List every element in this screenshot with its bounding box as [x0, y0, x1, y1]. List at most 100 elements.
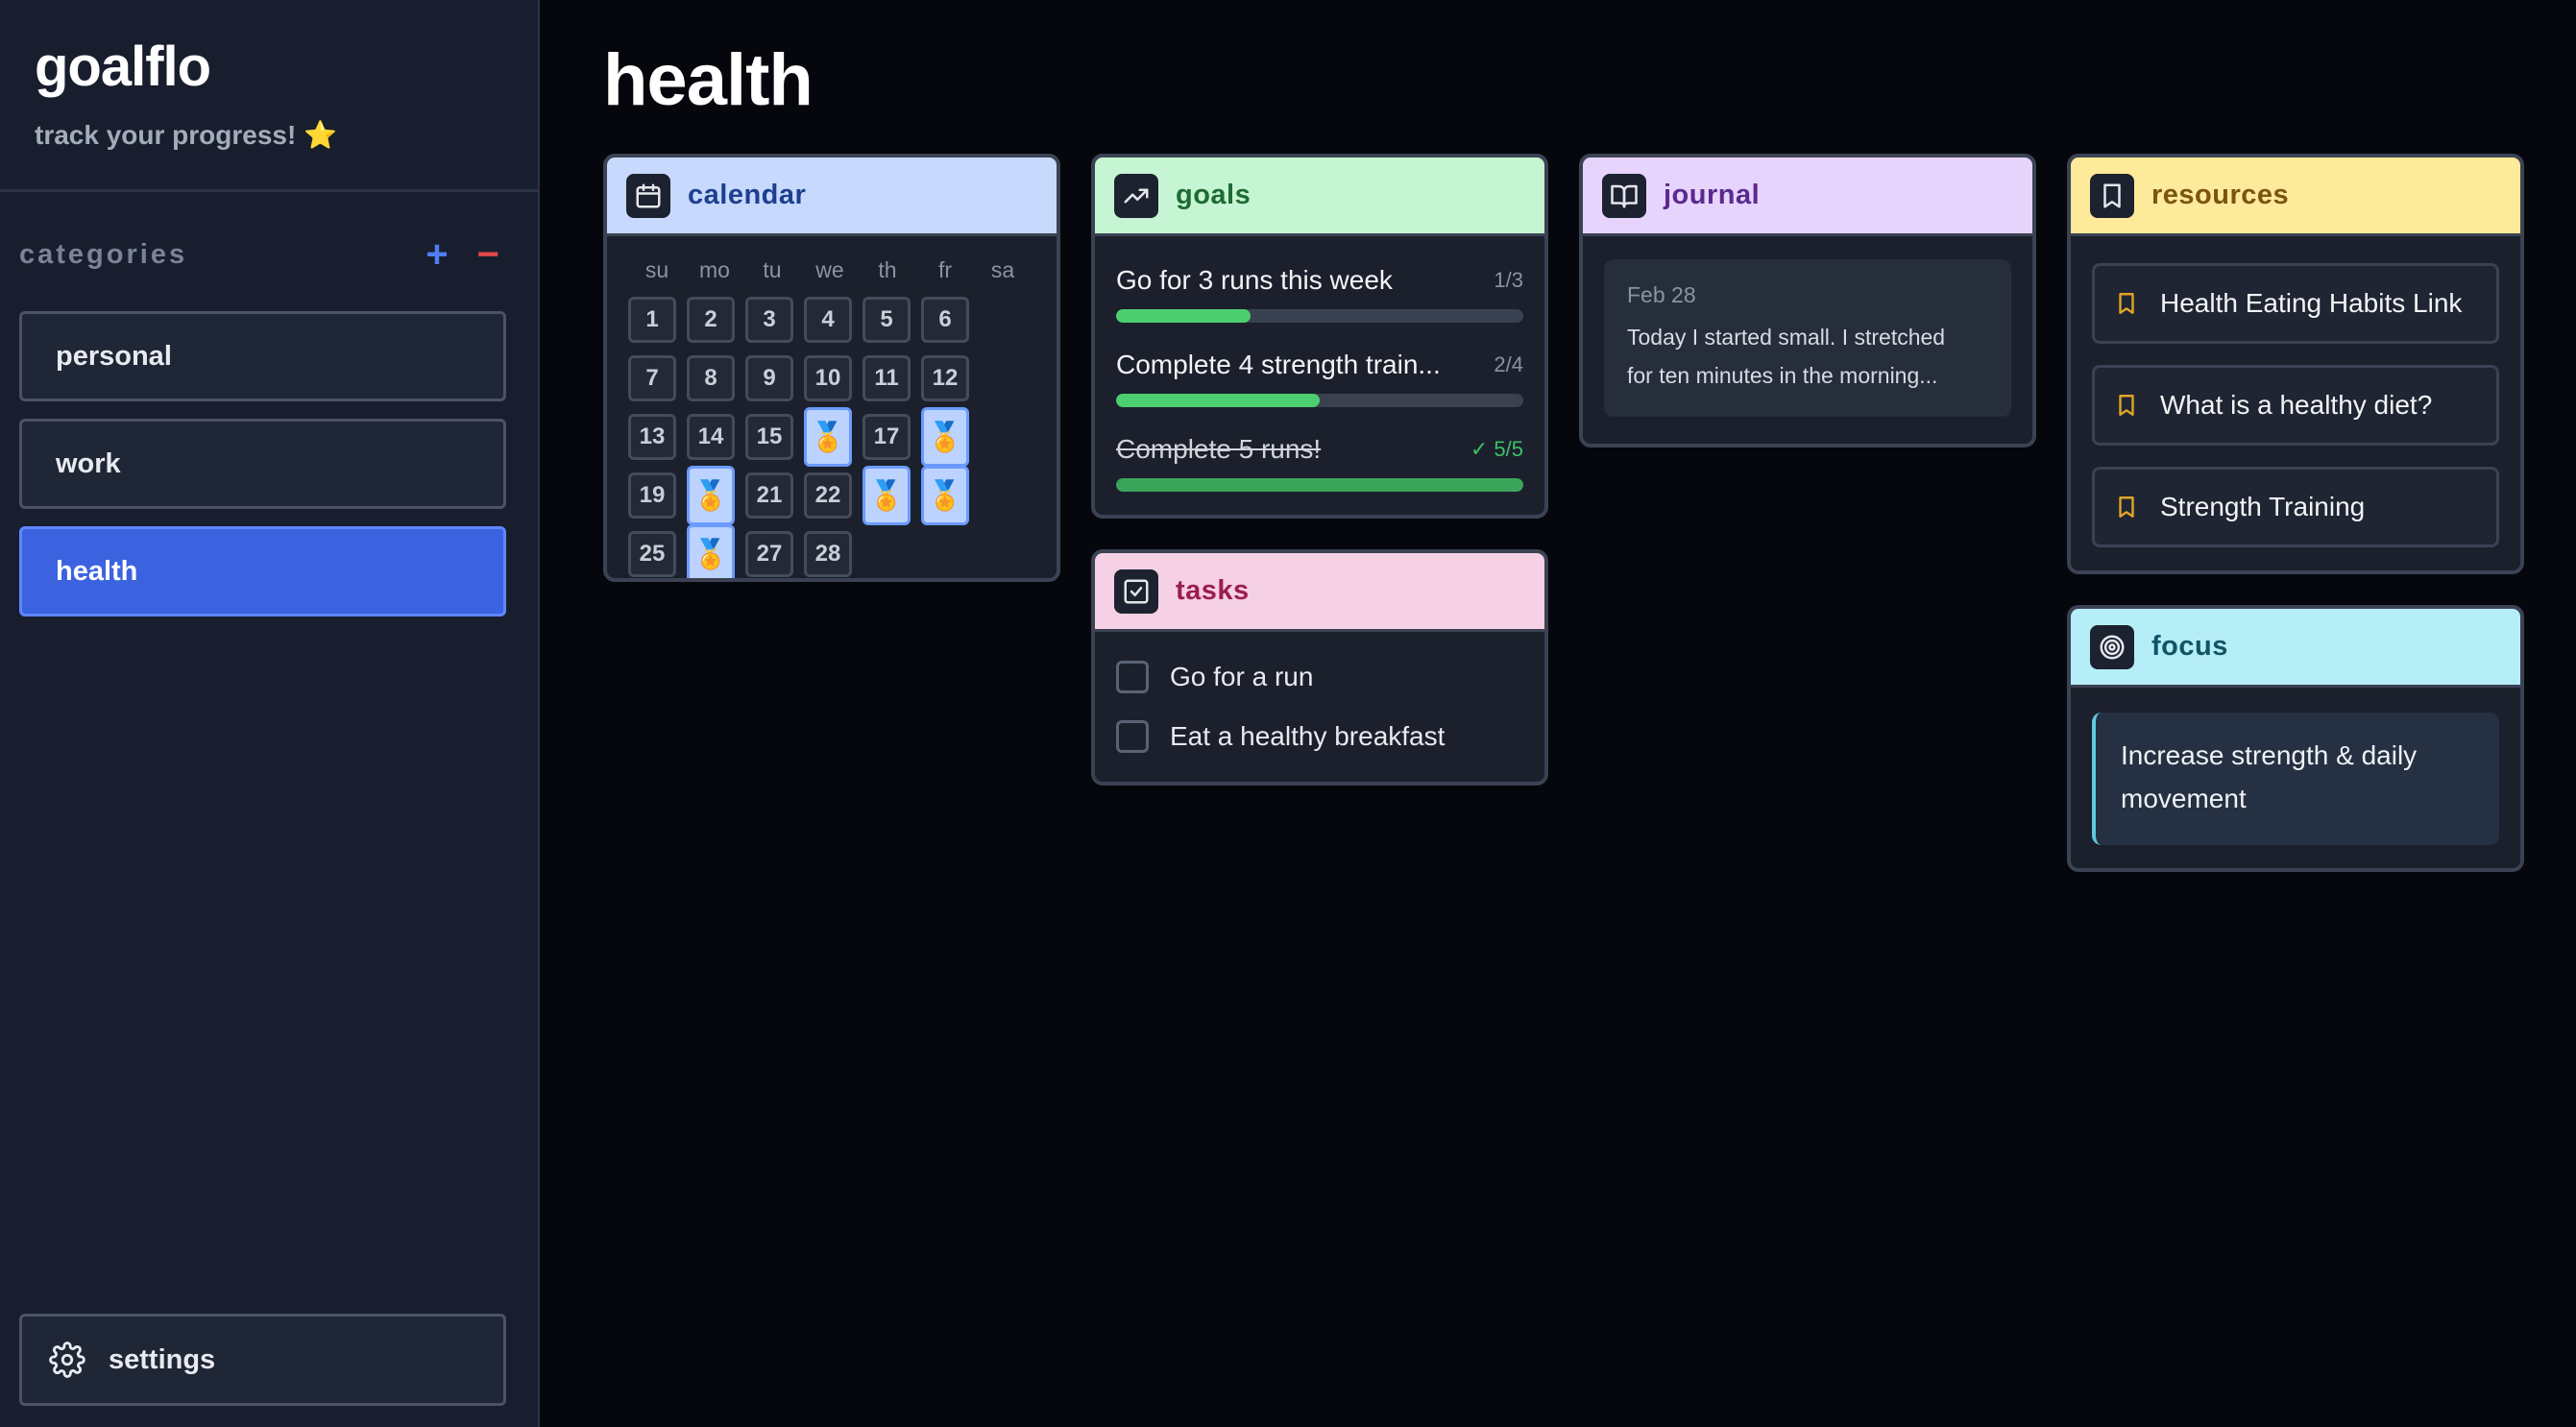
- focus-line: Increase strength & daily: [2121, 740, 2418, 770]
- add-category-button[interactable]: +: [425, 235, 448, 274]
- resource-label: Health Eating Habits Link: [2160, 288, 2463, 318]
- calendar-day[interactable]: 6: [921, 297, 969, 343]
- app-subtitle-text: track your progress!: [35, 120, 297, 150]
- goal-item[interactable]: Complete 5 runs! ✓ 5/5: [1116, 434, 1523, 492]
- calendar-header: calendar: [607, 157, 1057, 236]
- medal-icon[interactable]: 🏅: [921, 466, 969, 525]
- categories-header: categories + −: [19, 229, 499, 280]
- weekday-label: su: [644, 257, 669, 282]
- goal-name: Go for 3 runs this week: [1116, 265, 1393, 295]
- calendar-day[interactable]: 17: [863, 414, 911, 460]
- calendar-day[interactable]: 9: [745, 355, 793, 401]
- bookmark-icon: [2119, 293, 2134, 314]
- medal-icon[interactable]: 🏅: [687, 466, 735, 525]
- bookmark-icon: [2119, 395, 2134, 416]
- calendar-day[interactable]: 15: [745, 414, 793, 460]
- calendar-day[interactable]: 5: [863, 297, 911, 343]
- sidebar-item-work[interactable]: work: [19, 419, 506, 509]
- medal-icon[interactable]: 🏅: [921, 407, 969, 467]
- task-checkbox[interactable]: [1116, 720, 1149, 753]
- resources-header: resources: [2071, 157, 2520, 236]
- calendar-day[interactable]: 27: [745, 531, 793, 577]
- task-label: Go for a run: [1170, 662, 1314, 691]
- goal-progress-fill: [1116, 309, 1251, 323]
- task-item[interactable]: Eat a healthy breakfast: [1116, 720, 1445, 753]
- resource-link[interactable]: What is a healthy diet?: [2092, 365, 2499, 446]
- sidebar-item-label: personal: [56, 340, 172, 372]
- goal-progress-fill: [1116, 478, 1523, 492]
- brand: goalflo track your progress! ⭐: [0, 0, 538, 192]
- weekday-label: th: [878, 257, 897, 282]
- medal-icon[interactable]: 🏅: [863, 466, 911, 525]
- calendar-day[interactable]: 22: [804, 472, 852, 519]
- weekday-label: sa: [990, 257, 1015, 282]
- weekday-label: we: [815, 257, 844, 282]
- bookmark-icon: [2119, 496, 2134, 518]
- medal-icon[interactable]: 🏅: [804, 407, 852, 467]
- calendar-day[interactable]: 4: [804, 297, 852, 343]
- journal-entry-line: for ten minutes in the morning...: [1627, 363, 1938, 388]
- weekday-label: fr: [937, 257, 953, 282]
- calendar-grid: su mo tu we th fr sa 1 2 3 4 5 6 7 8 9 10 11 12 13 14 15 🏅 17 🏅…: [628, 257, 1032, 578]
- goal-progress-bar: [1116, 478, 1523, 492]
- calendar-title: calendar: [688, 180, 807, 210]
- calendar-day[interactable]: 12: [921, 355, 969, 401]
- task-item[interactable]: Go for a run: [1116, 661, 1313, 693]
- resource-label: Strength Training: [2160, 492, 2366, 521]
- goals-title: goals: [1176, 180, 1252, 210]
- sidebar: goalflo track your progress! ⭐ categorie…: [0, 0, 540, 1427]
- journal-entry-date: Feb 28: [1627, 282, 1696, 307]
- goal-count: 2/4: [1494, 352, 1523, 376]
- resource-link[interactable]: Strength Training: [2092, 467, 2499, 547]
- calendar-day[interactable]: 3: [745, 297, 793, 343]
- task-label: Eat a healthy breakfast: [1170, 721, 1446, 751]
- weekday-label: tu: [763, 257, 782, 282]
- goal-progress-bar: [1116, 394, 1523, 407]
- resource-label: What is a healthy diet?: [2160, 390, 2433, 420]
- weekday-label: mo: [699, 257, 730, 282]
- tasks-card: tasks Go for a run Eat a healthy breakfa…: [1091, 549, 1548, 786]
- calendar-day[interactable]: 14: [687, 414, 735, 460]
- settings-button[interactable]: settings: [19, 1314, 506, 1406]
- trending-up-icon: [1114, 173, 1158, 218]
- calendar-day[interactable]: 10: [804, 355, 852, 401]
- journal-entry[interactable]: Feb 28 Today I started small. I stretche…: [1604, 259, 2011, 417]
- goals-header: goals: [1095, 157, 1544, 236]
- journal-title: journal: [1664, 180, 1761, 210]
- book-open-icon: [1602, 173, 1646, 218]
- calendar-day[interactable]: 1: [628, 297, 676, 343]
- calendar-day[interactable]: 13: [628, 414, 676, 460]
- calendar-day[interactable]: 8: [687, 355, 735, 401]
- bookmark-icon: [2090, 173, 2134, 218]
- goal-item[interactable]: Go for 3 runs this week 1/3: [1116, 265, 1523, 323]
- checkbox-icon: [1114, 568, 1158, 614]
- journal-card: journal Feb 28 Today I started small. I …: [1579, 154, 2036, 447]
- goals-card: goals Go for 3 runs this week 1/3 Comple…: [1091, 154, 1548, 519]
- sidebar-item-health[interactable]: health: [19, 526, 506, 617]
- goal-count: 1/3: [1494, 268, 1523, 292]
- journal-header: journal: [1583, 157, 2032, 236]
- journal-entry-text: Today I started small. I stretched for t…: [1627, 318, 1988, 395]
- calendar-day[interactable]: 25: [628, 531, 676, 577]
- resource-link[interactable]: Health Eating Habits Link: [2092, 263, 2499, 344]
- calendar-day[interactable]: 19: [628, 472, 676, 519]
- resources-title: resources: [2151, 180, 2290, 210]
- goal-progress-bar: [1116, 309, 1523, 323]
- remove-category-button[interactable]: −: [477, 235, 499, 274]
- task-checkbox[interactable]: [1116, 661, 1149, 693]
- calendar-day[interactable]: 7: [628, 355, 676, 401]
- sidebar-item-label: health: [56, 555, 138, 587]
- calendar-day[interactable]: 2: [687, 297, 735, 343]
- medal-icon[interactable]: 🏅: [687, 524, 735, 578]
- calendar-day[interactable]: 28: [804, 531, 852, 577]
- calendar-day[interactable]: 11: [863, 355, 911, 401]
- calendar-card: calendar su mo tu we th fr sa 1 2 3 4 5 6 7 8 9 10 11 12 1…: [603, 154, 1060, 582]
- goal-item[interactable]: Complete 4 strength train... 2/4: [1116, 350, 1523, 407]
- focus-statement[interactable]: Increase strength & daily movement: [2092, 713, 2499, 845]
- settings-label: settings: [109, 1343, 216, 1375]
- sidebar-item-personal[interactable]: personal: [19, 311, 506, 401]
- calendar-day[interactable]: 21: [745, 472, 793, 519]
- app-subtitle: track your progress! ⭐: [35, 119, 538, 151]
- goal-name: Complete 5 runs!: [1116, 434, 1322, 464]
- focus-title: focus: [2151, 631, 2228, 662]
